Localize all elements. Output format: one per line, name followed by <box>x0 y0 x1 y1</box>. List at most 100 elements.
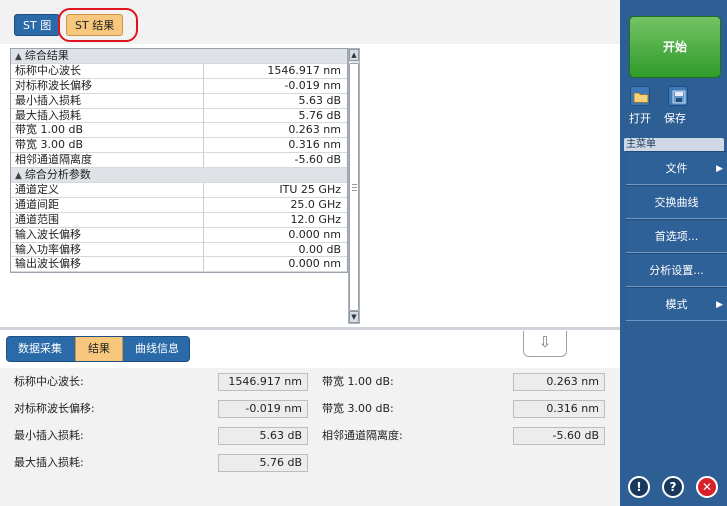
tab-trace-info[interactable]: 曲线信息 <box>127 337 187 361</box>
table-row: 对标称波长偏移 -0.019 nm <box>11 78 347 94</box>
field-value: -0.019 nm <box>218 400 308 418</box>
grip-icon <box>352 184 357 191</box>
row-value: 1546.917 nm <box>203 63 343 79</box>
menu-item-label: 交换曲线 <box>654 196 699 209</box>
menu-item-analysis-setup[interactable]: 分析设置... <box>626 253 727 287</box>
save-label: 保存 <box>664 112 686 125</box>
row-label: 输出波长偏移 <box>15 257 81 271</box>
table-row: 通道范围 12.0 GHz <box>11 212 347 228</box>
help-icon[interactable]: ? <box>662 476 684 498</box>
row-label: 最大插入损耗 <box>15 108 81 122</box>
field-value: -5.60 dB <box>513 427 605 445</box>
row-value: 0.00 dB <box>203 242 343 258</box>
row-label: 通道间距 <box>15 197 59 211</box>
scroll-thumb[interactable] <box>349 63 359 311</box>
row-value: 12.0 GHz <box>203 212 343 228</box>
table-row: 最大插入损耗 5.76 dB <box>11 108 347 124</box>
table-row: 带宽 3.00 dB 0.316 nm <box>11 138 347 154</box>
row-label: 通道范围 <box>15 212 59 226</box>
group-title: 综合结果 <box>24 49 69 62</box>
menu-item-label: 文件 <box>665 162 688 175</box>
table-row: 输入功率偏移 0.00 dB <box>11 242 347 258</box>
table-row: 带宽 1.00 dB 0.263 nm <box>11 123 347 139</box>
menu-item-mode[interactable]: 模式 ▶ <box>626 287 727 321</box>
summary-table-panel: ▲ 综合结果 标称中心波长 1546.917 nm 对标称波长偏移 -0.019 nm… <box>6 44 620 327</box>
row-label: 最小插入损耗 <box>15 93 81 107</box>
summary-table: ▲ 综合结果 标称中心波长 1546.917 nm 对标称波长偏移 -0.019 nm… <box>10 48 348 274</box>
right-sidebar: 开始 打开 保存 主菜单 文件 ▶ 交换曲线 首选项... 分析设置... 模式 ▶… <box>620 0 727 506</box>
start-button[interactable]: 开始 <box>629 16 721 78</box>
main-menu-header: 主菜单 <box>624 138 724 151</box>
open-button[interactable] <box>630 86 650 106</box>
field-label: 相邻通道隔离度: <box>322 429 403 442</box>
group-title: 综合分析参数 <box>24 168 91 182</box>
field-value: 1546.917 nm <box>218 373 308 391</box>
field-value: 5.63 dB <box>218 427 308 445</box>
row-label: 通道定义 <box>15 183 59 197</box>
menu-item-swap-traces[interactable]: 交换曲线 <box>626 185 727 219</box>
field-label: 带宽 1.00 dB: <box>322 375 394 388</box>
row-label: 带宽 3.00 dB <box>15 138 84 152</box>
row-value: 0.316 nm <box>203 138 343 154</box>
table-row: 输出波长偏移 0.000 nm <box>11 257 347 273</box>
main-menu: 文件 ▶ 交换曲线 首选项... 分析设置... 模式 ▶ <box>626 151 727 321</box>
bottom-tab-group: 数据采集 结果 曲线信息 <box>6 336 190 362</box>
row-value: 0.000 nm <box>203 257 343 273</box>
row-label: 对标称波长偏移 <box>15 78 92 92</box>
field-label: 最大插入损耗: <box>14 456 84 469</box>
row-label: 带宽 1.00 dB <box>15 123 84 137</box>
table-row: 相邻通道隔离度 -5.60 dB <box>11 153 347 169</box>
row-value: 25.0 GHz <box>203 197 343 213</box>
row-value: -0.019 nm <box>203 78 343 94</box>
menu-item-file[interactable]: 文件 ▶ <box>626 151 727 185</box>
folder-icon <box>633 92 649 103</box>
scroll-up-icon[interactable]: ▲ <box>349 49 359 61</box>
table-row: 通道定义 ITU 25 GHz <box>11 183 347 198</box>
row-label: 输入功率偏移 <box>15 242 81 256</box>
info-icon[interactable]: ! <box>628 476 650 498</box>
row-value: 5.76 dB <box>203 108 343 124</box>
row-label: 输入波长偏移 <box>15 227 81 241</box>
table-row: 最小插入损耗 5.63 dB <box>11 93 347 109</box>
field-value: 0.263 nm <box>513 373 605 391</box>
table-row: 标称中心波长 1546.917 nm <box>11 63 347 79</box>
table-row: 通道间距 25.0 GHz <box>11 197 347 213</box>
field-label: 标称中心波长: <box>14 375 84 388</box>
collapse-caret-icon[interactable]: ▲ <box>15 52 22 62</box>
collapse-panel-button[interactable]: ⇩ <box>523 331 567 357</box>
scroll-down-icon[interactable]: ▼ <box>349 311 359 323</box>
table-scrollbar[interactable]: ▲ ▼ <box>348 48 360 324</box>
menu-item-label: 首选项... <box>654 230 699 243</box>
tab-data-acquisition[interactable]: 数据采集 <box>11 337 69 361</box>
row-value: 0.000 nm <box>203 227 343 243</box>
tab-st-graph[interactable]: ST 图 <box>14 14 61 36</box>
collapse-caret-icon[interactable]: ▲ <box>15 171 22 181</box>
floppy-disk-icon <box>672 90 686 104</box>
menu-item-label: 分析设置... <box>649 264 704 277</box>
results-fields-panel: 标称中心波长: 1546.917 nm 对标称波长偏移: -0.019 nm 最… <box>0 368 620 506</box>
row-label: 相邻通道隔离度 <box>15 153 92 167</box>
close-icon[interactable]: ✕ <box>696 476 718 498</box>
submenu-arrow-icon: ▶ <box>716 300 723 310</box>
row-label: 标称中心波长 <box>15 63 81 77</box>
menu-item-label: 模式 <box>665 298 688 311</box>
row-value: 5.63 dB <box>203 93 343 109</box>
table-group-header[interactable]: ▲ 综合分析参数 <box>11 168 347 184</box>
bottom-tab-bar: 数据采集 结果 曲线信息 ⇩ <box>0 327 620 368</box>
row-value: ITU 25 GHz <box>203 183 343 198</box>
field-label: 对标称波长偏移: <box>14 402 95 415</box>
top-tab-bar: ST 图 ST 结果 <box>0 0 620 44</box>
field-label: 最小插入损耗: <box>14 429 84 442</box>
row-value: -5.60 dB <box>203 153 343 169</box>
field-value: 0.316 nm <box>513 400 605 418</box>
arrow-down-icon: ⇩ <box>538 333 552 351</box>
menu-item-preferences[interactable]: 首选项... <box>626 219 727 253</box>
table-row: 输入波长偏移 0.000 nm <box>11 227 347 243</box>
highlight-ring <box>58 8 138 42</box>
table-group-header[interactable]: ▲ 综合结果 <box>11 49 347 64</box>
open-label: 打开 <box>629 112 651 125</box>
save-button[interactable] <box>668 86 688 106</box>
field-label: 带宽 3.00 dB: <box>322 402 394 415</box>
tab-results[interactable]: 结果 <box>75 337 123 361</box>
submenu-arrow-icon: ▶ <box>716 164 723 174</box>
